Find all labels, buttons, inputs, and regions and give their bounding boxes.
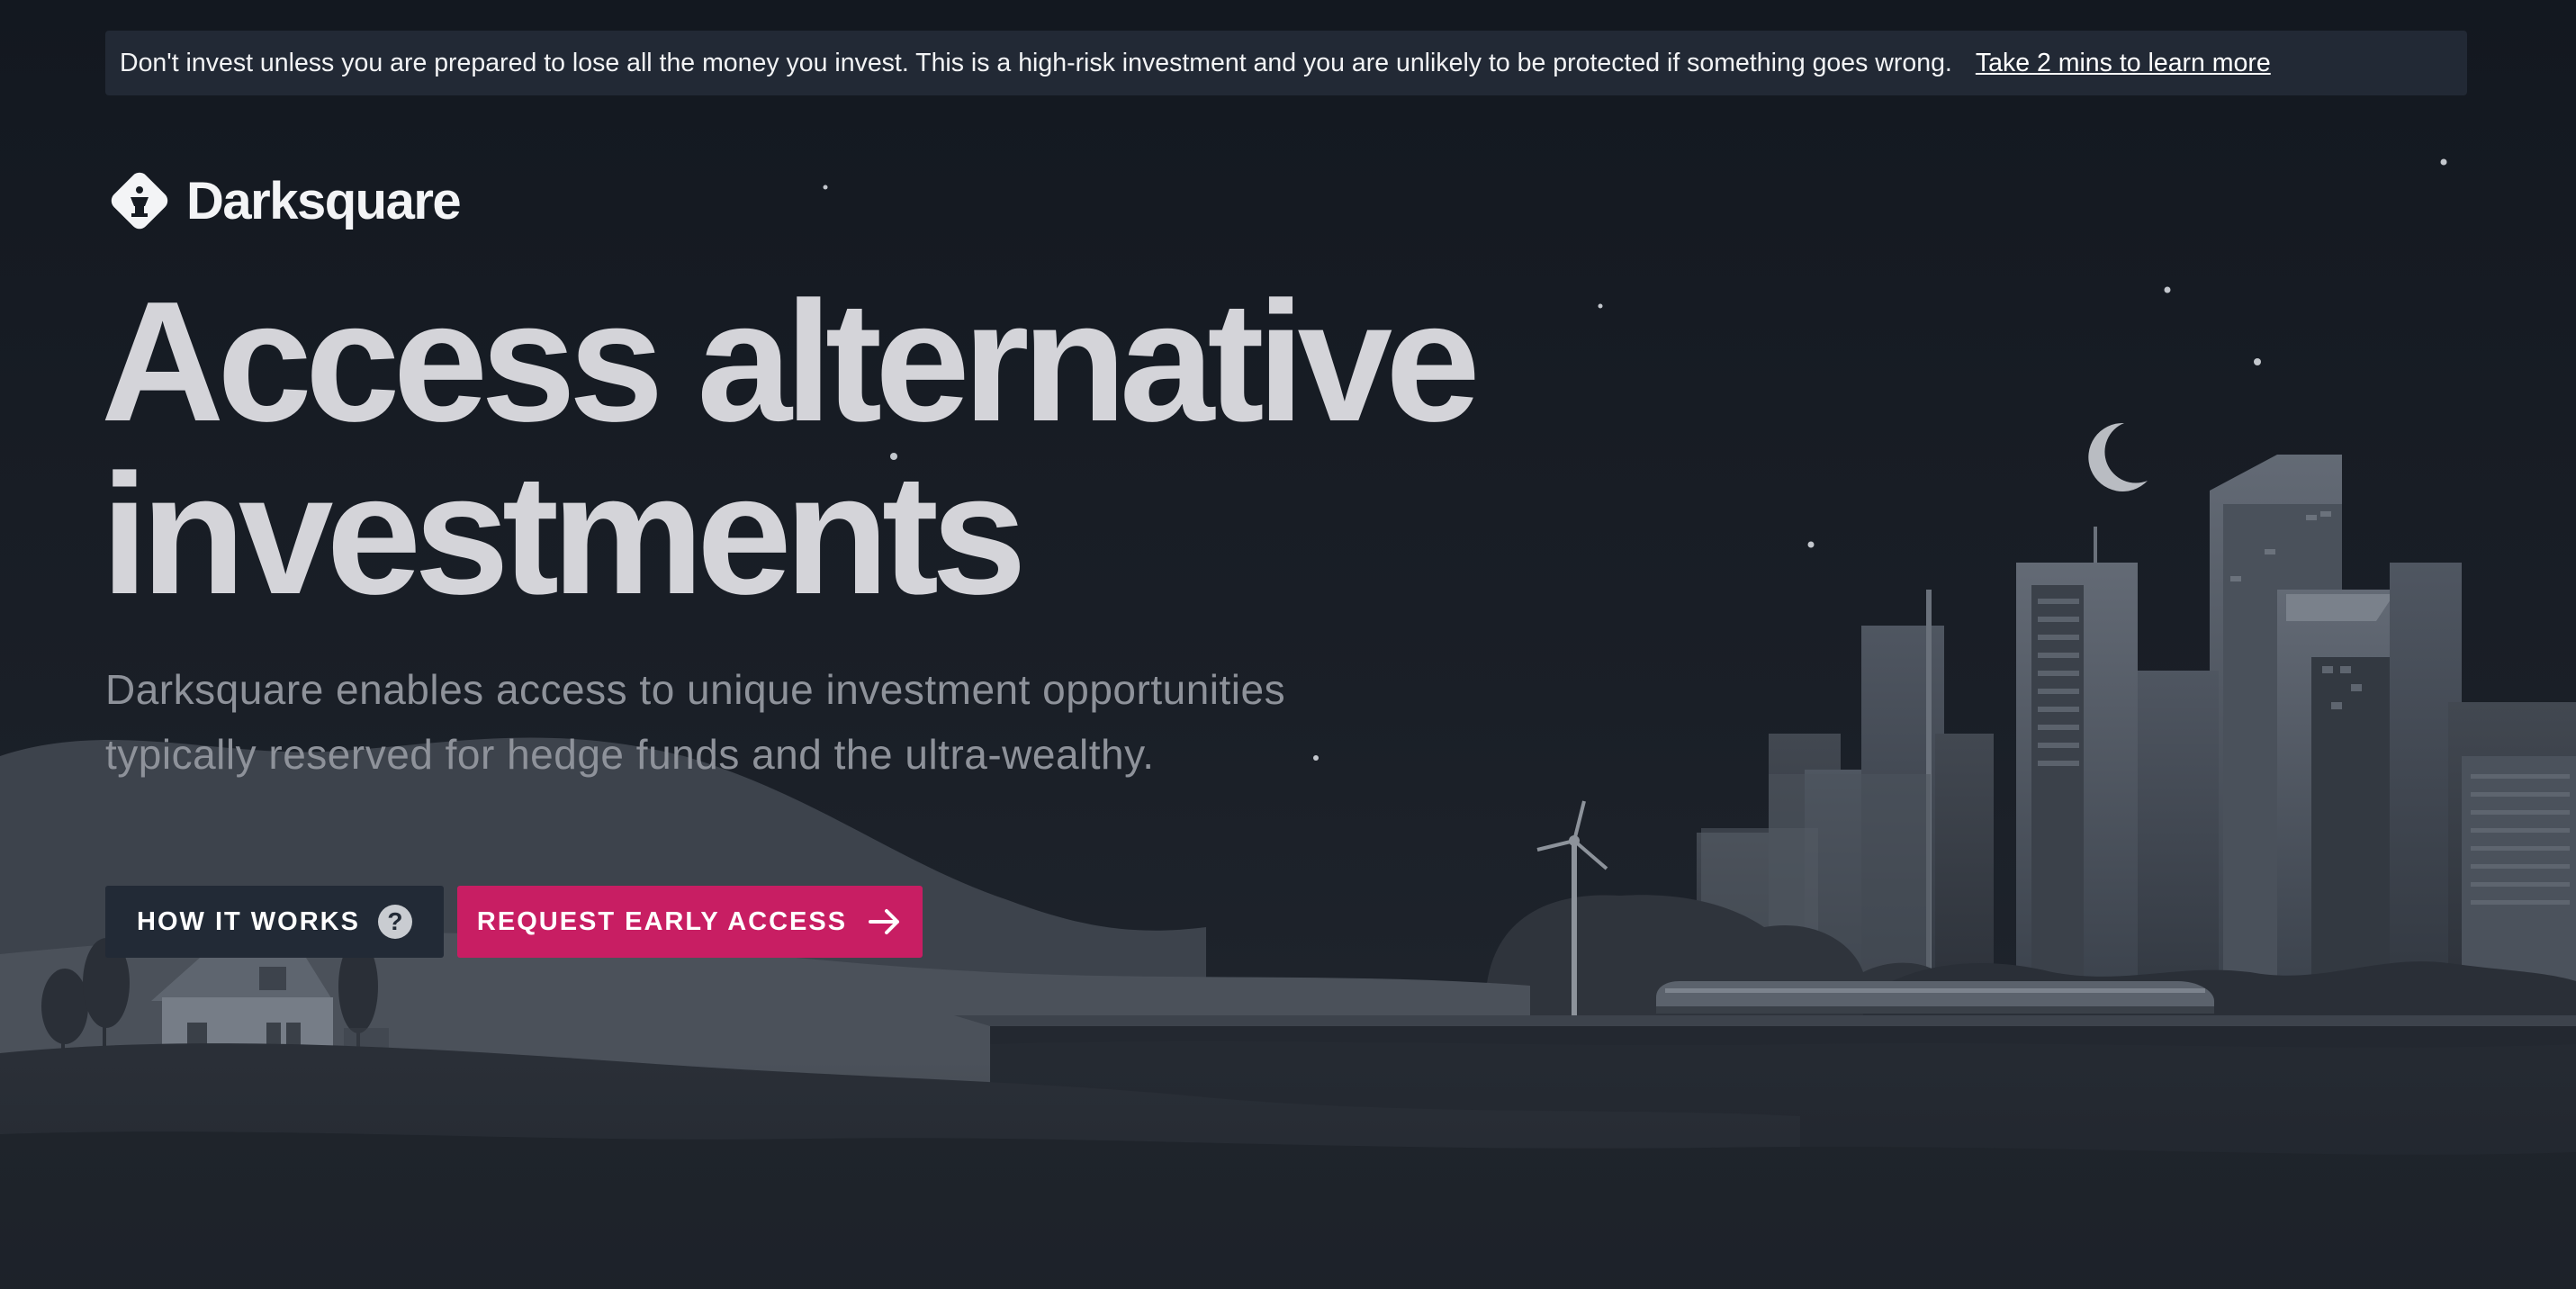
request-access-label: REQUEST EARLY ACCESS bbox=[476, 906, 848, 936]
hero-headline: Access alternative investments bbox=[101, 275, 1631, 621]
train-icon bbox=[1656, 981, 2214, 1014]
moon-icon bbox=[2088, 422, 2148, 491]
risk-warning-banner: Don't invest unless you are prepared to … bbox=[105, 31, 2467, 95]
headline-line-1: Access alternative bbox=[101, 266, 1481, 457]
question-mark-icon: ? bbox=[377, 905, 412, 939]
chess-queen-diamond-icon bbox=[111, 172, 168, 230]
how-it-works-label: HOW IT WORKS bbox=[137, 906, 360, 936]
request-early-access-button[interactable]: REQUEST EARLY ACCESS bbox=[457, 886, 923, 958]
learn-more-link[interactable]: Take 2 mins to learn more bbox=[1976, 49, 2271, 78]
headline-line-2: investments bbox=[101, 439, 1027, 630]
risk-warning-text: Don't invest unless you are prepared to … bbox=[120, 48, 1952, 77]
hero-subheading: Darksquare enables access to unique inve… bbox=[105, 666, 1286, 778]
brand-logo[interactable]: Darksquare bbox=[105, 167, 462, 234]
brand-name: Darksquare bbox=[186, 171, 462, 230]
how-it-works-button[interactable]: HOW IT WORKS ? bbox=[105, 886, 444, 958]
city-skyline-illustration bbox=[1697, 455, 2576, 1008]
arrow-right-icon bbox=[869, 909, 900, 934]
